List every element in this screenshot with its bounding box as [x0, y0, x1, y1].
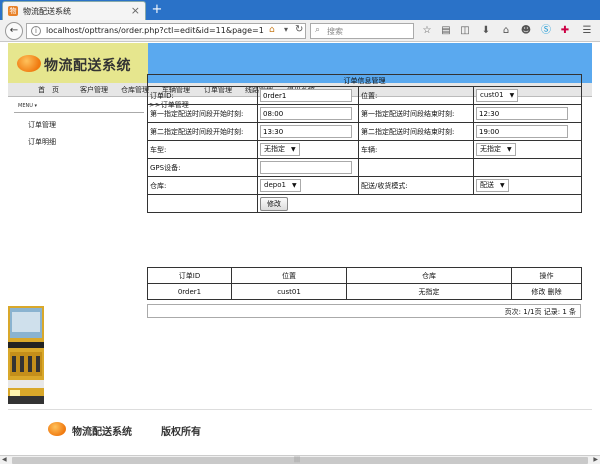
empty-cell	[358, 158, 474, 177]
column-header-warehouse: 仓库	[346, 267, 512, 284]
logo-area: 物流配送系统	[8, 43, 148, 83]
order-form: 订单信息管理 订单ID: 位置: cust01▼ 第一指定配送时间段开始时刻: …	[147, 74, 582, 213]
sidebar-header[interactable]: MENU ▾	[18, 103, 37, 109]
scrollbar-grip-icon: |||	[294, 456, 301, 463]
form-title: 订单信息管理	[147, 74, 582, 87]
address-bar[interactable]: i localhost/opttrans/order.php?ctl=edit&…	[26, 23, 306, 39]
mode-select[interactable]: 配送 ▼	[476, 179, 509, 192]
delete-link[interactable]: 删除	[548, 288, 562, 296]
vehicle-select[interactable]: 无指定 ▼	[476, 143, 516, 156]
sidebar-item-order-management[interactable]: 订单管理	[28, 120, 56, 130]
chevron-down-icon: ▼	[291, 182, 297, 189]
search-box[interactable]: ⌕ 搜索	[310, 23, 414, 39]
url-text[interactable]: localhost/opttrans/order.php?ctl=edit&id…	[46, 26, 266, 35]
warehouse-select[interactable]: depo1 ▼	[260, 179, 301, 192]
empty-cell	[147, 194, 258, 213]
navigation-toolbar: ← i localhost/opttrans/order.php?ctl=edi…	[0, 20, 600, 42]
first-start-label: 第一指定配送时间段开始时刻:	[147, 104, 258, 123]
gps-input[interactable]	[260, 161, 352, 174]
pagination-info: 页次: 1/1页 记录: 1 条	[147, 304, 581, 318]
column-header-order-id: 订单ID	[147, 267, 232, 284]
reload-icon[interactable]: ↻	[295, 24, 303, 35]
car-type-label: 车型:	[147, 140, 258, 159]
mode-select-value: 配送	[480, 181, 494, 189]
chat-icon[interactable]: ☻	[519, 24, 533, 38]
search-icon: ⌕	[315, 25, 321, 35]
gps-label: GPS设备:	[147, 158, 258, 177]
home-page-icon[interactable]: ⌂	[269, 25, 275, 35]
first-end-label: 第一指定配送时间段结束时刻:	[358, 104, 474, 123]
table-row: 0rder1 cust01 无指定 修改 删除	[147, 283, 582, 300]
scroll-left-icon[interactable]: ◀	[2, 456, 7, 463]
chevron-down-icon: ▼	[509, 92, 515, 99]
pocket-icon[interactable]: ◫	[458, 24, 472, 38]
location-label: 位置:	[358, 86, 474, 105]
menu-item-customers[interactable]: 客户管理	[80, 85, 108, 95]
order-id-input[interactable]	[260, 89, 352, 102]
empty-cell	[473, 158, 582, 177]
new-tab-button[interactable]: +	[150, 1, 164, 18]
scroll-right-icon[interactable]: ▶	[593, 456, 598, 463]
second-start-input[interactable]	[260, 125, 352, 138]
mode-label: 配送/收货模式:	[358, 176, 474, 195]
location-select-value: cust01	[480, 91, 504, 99]
chevron-down-icon: ▼	[291, 146, 296, 153]
first-start-input[interactable]	[260, 107, 352, 120]
url-dropdown-icon[interactable]: ▾	[284, 25, 288, 34]
addon-icon[interactable]: ✚	[558, 24, 572, 38]
skype-icon[interactable]: Ⓢ	[539, 24, 553, 38]
reading-list-icon[interactable]: ▤	[439, 24, 453, 38]
menu-item-home[interactable]: 首 页	[38, 85, 59, 95]
column-header-location: 位置	[231, 267, 347, 284]
edit-link[interactable]: 修改	[531, 288, 545, 296]
cell-location: cust01	[231, 283, 347, 300]
back-button[interactable]: ←	[5, 22, 23, 40]
vehicle-label: 车辆:	[358, 140, 474, 159]
cell-warehouse: 无指定	[346, 283, 512, 300]
download-icon[interactable]: ⬇	[479, 24, 493, 38]
tab-title: 物流配送系统	[23, 7, 71, 16]
car-type-select-value: 无指定	[264, 145, 285, 153]
menu-item-warehouses[interactable]: 仓库管理	[121, 85, 149, 95]
location-select[interactable]: cust01 ▼	[476, 89, 519, 102]
car-type-select[interactable]: 无指定 ▼	[260, 143, 300, 156]
horizontal-scrollbar[interactable]: ◀ ||| ▶	[0, 455, 600, 464]
menu-hamburger-icon[interactable]: ☰	[580, 24, 594, 38]
vehicle-select-value: 无指定	[480, 145, 501, 153]
favicon-icon: 物	[8, 6, 18, 16]
modify-button[interactable]: 修改	[260, 196, 288, 211]
second-end-label: 第二指定配送时间段结束时刻:	[358, 122, 474, 141]
logo-orb-icon	[17, 55, 41, 72]
sidebar-divider	[14, 112, 144, 113]
browser-tab[interactable]: 物 物流配送系统 ×	[2, 1, 146, 20]
home-icon[interactable]: ⌂	[499, 24, 513, 38]
cell-actions: 修改 删除	[511, 283, 582, 300]
order-list: 订单ID 位置 仓库 操作 0rder1 cust01 无指定 修改 删除	[147, 267, 582, 300]
sidebar: MENU ▾ 订单管理 订单明细	[8, 98, 148, 406]
cell-order-id: 0rder1	[147, 283, 232, 300]
logo-text: 物流配送系统	[44, 58, 131, 74]
second-start-label: 第二指定配送时间段开始时刻:	[147, 122, 258, 141]
second-end-input[interactable]	[476, 125, 568, 138]
close-tab-icon[interactable]: ×	[131, 4, 140, 17]
order-id-label: 订单ID:	[147, 86, 258, 105]
sidebar-item-order-detail[interactable]: 订单明细	[28, 137, 56, 147]
bookmark-star-icon[interactable]: ☆	[420, 24, 434, 38]
truck-image	[8, 306, 44, 404]
chevron-down-icon: ▼	[507, 146, 512, 153]
search-placeholder: 搜索	[327, 27, 343, 36]
info-icon[interactable]: i	[31, 26, 41, 36]
chevron-down-icon: ▼	[500, 182, 505, 189]
column-header-actions: 操作	[511, 267, 582, 284]
warehouse-label: 仓库:	[147, 176, 258, 195]
first-end-input[interactable]	[476, 107, 568, 120]
window-titlebar: 物 物流配送系统 × +	[0, 0, 600, 20]
warehouse-select-value: depo1	[264, 181, 286, 189]
